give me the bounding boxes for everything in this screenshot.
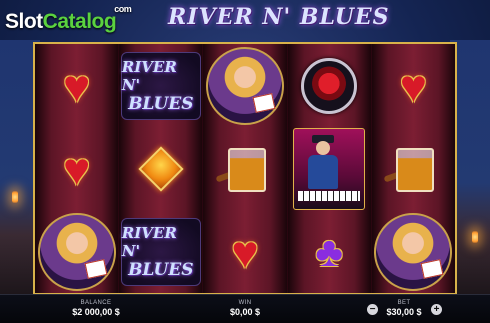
reel-cell [372, 210, 455, 293]
balance-display: BALANCE $2 000,00 $ [56, 300, 136, 317]
lamp-icon [472, 230, 478, 244]
reel-cell: ♣ [288, 210, 371, 293]
spade-icon: ♣ [315, 227, 343, 275]
reel-cell: RIVER N' BLUES [119, 210, 202, 293]
win-label: WIN [238, 300, 252, 306]
balance-value: $2 000,00 $ [72, 307, 120, 317]
brand-part1: Slot [5, 10, 43, 33]
reel-cell [203, 44, 286, 127]
reel-cell: RIVER N' BLUES [119, 44, 202, 127]
reel-cell [288, 44, 371, 127]
header: SlotCatalogcom RIVER N' BLUES [0, 0, 490, 42]
bottom-bar: BALANCE $2 000,00 $ WIN $0,00 $ − BET $3… [0, 294, 490, 323]
win-display: WIN $0,00 $ [205, 300, 285, 317]
logo-line2: BLUES [128, 93, 194, 114]
heart-icon: ♥ [62, 59, 91, 112]
bet-increase-button[interactable]: + [431, 304, 442, 315]
logo-line1: RIVER N' [121, 223, 177, 260]
reel-cell: ♥ [203, 210, 286, 293]
brand-part2: Catalog [42, 10, 117, 33]
whiskey-glass-icon [383, 142, 438, 196]
river-n-blues-logo-icon: RIVER N' BLUES [120, 51, 201, 120]
woman-with-cards-icon [374, 212, 453, 291]
woman-with-cards-icon [37, 212, 116, 291]
reel-1: ♥ ♥ [35, 44, 120, 293]
reels-grid: ♥ ♥ RIVER N' BLUES RIVER N' BLUES ♥ ♣ ♥ [33, 42, 457, 295]
reel-cell [119, 127, 202, 210]
logo-line2: BLUES [128, 259, 194, 280]
pianist-icon [293, 127, 366, 210]
woman-with-cards-icon [206, 46, 284, 125]
logo-line1: RIVER N' [121, 57, 177, 94]
reel-cell: ♥ [372, 44, 455, 127]
reel-cell [288, 127, 371, 210]
slotcatalog-watermark: SlotCatalogcom [5, 4, 132, 34]
win-value: $0,00 $ [229, 307, 261, 317]
balance-label: BALANCE [80, 300, 112, 306]
reel-2: RIVER N' BLUES RIVER N' BLUES [119, 44, 204, 293]
reel-cell [35, 210, 118, 293]
river-n-blues-logo-icon: RIVER N' BLUES [120, 217, 201, 286]
reel-cell [372, 127, 455, 210]
reel-3: ♥ [203, 44, 288, 293]
brand-sup: com [114, 4, 132, 14]
heart-icon: ♥ [399, 59, 428, 112]
heart-icon: ♥ [231, 225, 259, 278]
reel-cell [203, 127, 286, 210]
game-title: RIVER N' BLUES [168, 4, 390, 30]
diamond-icon [138, 145, 184, 192]
reel-5: ♥ [371, 44, 456, 293]
reel-4: ♣ [287, 44, 372, 293]
rose-icon [301, 57, 358, 114]
heart-icon: ♥ [62, 142, 91, 195]
lamp-icon [12, 190, 18, 204]
reel-cell: ♥ [35, 44, 118, 127]
whiskey-glass-icon [215, 142, 270, 196]
reel-cell: ♥ [35, 127, 118, 210]
